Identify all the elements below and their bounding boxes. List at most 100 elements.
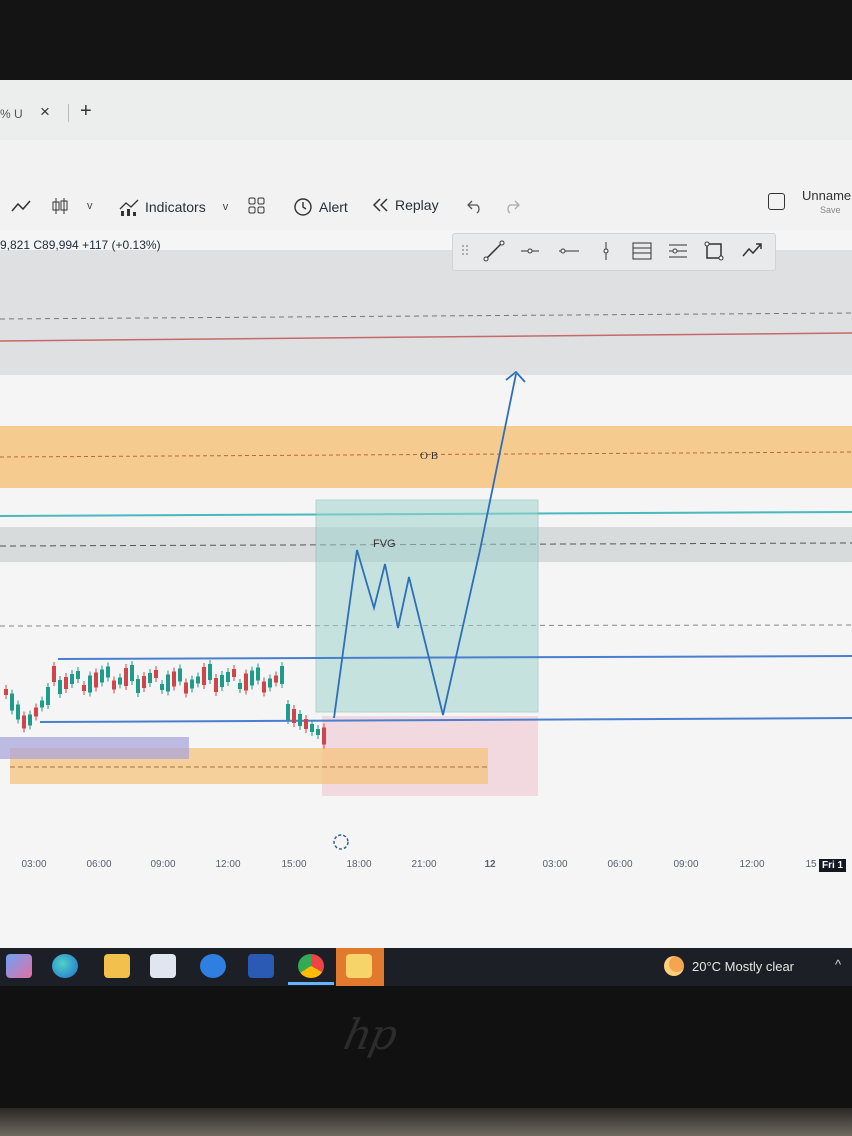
candle-body: [148, 673, 152, 683]
path-icon[interactable]: [741, 240, 763, 262]
weather-text: 20°C Mostly clear: [692, 958, 795, 974]
candle-body: [250, 670, 254, 686]
candle-body: [40, 700, 44, 708]
chart-type-button[interactable]: v: [50, 196, 93, 216]
layout-name[interactable]: Unname: [802, 188, 851, 203]
horizontal-ray-icon[interactable]: [519, 240, 541, 262]
layout-checkbox[interactable]: [768, 193, 785, 210]
candle-body: [88, 675, 92, 693]
tab-title[interactable]: % U: [0, 107, 23, 121]
time-tick: 15:00: [281, 859, 307, 870]
word-icon[interactable]: [248, 954, 274, 978]
candle-body: [142, 676, 146, 688]
layout-grid-icon: [248, 197, 265, 214]
drag-handle-icon[interactable]: [457, 240, 479, 262]
candlestick-icon: [52, 198, 68, 214]
vertical-line-icon[interactable]: [595, 240, 617, 262]
candle-body: [316, 729, 320, 735]
rectangle-icon[interactable]: [703, 240, 725, 262]
lightning-alert-icon: [333, 834, 349, 850]
chevron-down-icon: v: [87, 200, 93, 212]
candle-body: [232, 669, 236, 677]
edge-icon[interactable]: [52, 954, 78, 978]
horizontal-line-icon[interactable]: [557, 240, 579, 262]
candle-body: [94, 672, 98, 688]
windows-taskbar: 20°C Mostly clear ^: [0, 948, 852, 986]
tab-close-button[interactable]: ×: [40, 102, 50, 122]
files-icon[interactable]: [346, 954, 372, 978]
candle-body: [238, 683, 242, 689]
mail-icon[interactable]: [200, 954, 226, 978]
parallel-channel-icon[interactable]: [631, 240, 653, 262]
undo-button[interactable]: [466, 198, 484, 214]
save-label[interactable]: Save: [820, 205, 841, 215]
chrome-icon[interactable]: [298, 954, 324, 978]
pitchfork-icon[interactable]: [667, 240, 689, 262]
candle-body: [76, 671, 80, 679]
laptop-hinge: [0, 1108, 852, 1136]
candle-body: [106, 666, 110, 678]
widgets-icon[interactable]: [6, 954, 32, 978]
store-icon[interactable]: [150, 954, 176, 978]
indicators-button[interactable]: Indicators v: [118, 197, 228, 217]
candle-body: [22, 715, 26, 729]
tray-chevron-icon[interactable]: ^: [835, 957, 841, 972]
time-tick: 09:00: [673, 859, 699, 870]
line-chart-icon: [11, 200, 31, 212]
time-tick: 21:00: [411, 859, 437, 870]
crosshair-time-label: Fri 1: [819, 859, 847, 872]
candle-body: [130, 665, 134, 681]
weather-widget[interactable]: 20°C Mostly clear: [664, 956, 794, 976]
chevron-down-icon: v: [222, 201, 229, 213]
candle-body: [214, 678, 218, 692]
fvg-label: FVG: [373, 538, 396, 550]
tab-divider: [68, 104, 69, 122]
candle-body: [10, 693, 14, 711]
time-tick: 15: [805, 859, 817, 870]
candle-body: [274, 675, 278, 683]
layouts-button[interactable]: [248, 197, 266, 215]
moon-weather-icon: [664, 956, 684, 976]
candle-body: [70, 674, 74, 684]
candle-body: [118, 677, 122, 685]
candle-body: [136, 679, 140, 693]
undo-icon: [467, 200, 480, 214]
candle-body: [220, 675, 224, 687]
candle-body: [280, 666, 284, 684]
candle-body: [160, 684, 164, 690]
candle-body: [112, 680, 116, 690]
time-tick: 12:00: [215, 859, 241, 870]
alert-button[interactable]: Alert: [292, 196, 348, 218]
line-chart-button[interactable]: [10, 198, 32, 214]
candle-body: [184, 682, 188, 694]
candle-body: [262, 681, 266, 693]
time-tick: 18:00: [346, 859, 372, 870]
replay-button[interactable]: Replay: [372, 197, 439, 213]
indicators-icon: [119, 199, 139, 216]
candle-body: [16, 704, 20, 720]
screen: O B FVG % U × + v Indicators v Alert Rep…: [0, 80, 852, 950]
candle-body: [196, 676, 200, 684]
file-explorer-icon[interactable]: [104, 954, 130, 978]
time-tick: 06:00: [607, 859, 633, 870]
new-tab-button[interactable]: +: [80, 100, 92, 123]
time-tick: 03:00: [21, 859, 47, 870]
candle-body: [322, 727, 326, 745]
candle-body: [34, 707, 38, 717]
candle-body: [100, 669, 104, 683]
redo-icon: [507, 200, 520, 214]
candle-body: [190, 679, 194, 689]
redo-button[interactable]: [503, 198, 521, 214]
candle-body: [124, 668, 128, 686]
drawing-toolbar: [452, 233, 776, 271]
time-tick: 12: [484, 859, 496, 870]
candle-body: [64, 677, 68, 689]
indicators-label: Indicators: [145, 199, 206, 215]
candle-body: [154, 670, 158, 678]
time-axis[interactable]: 03:00 06:00 09:00 12:00 15:00 18:00 21:0…: [0, 850, 852, 880]
candle-body: [256, 667, 260, 681]
candle-body: [202, 667, 206, 685]
time-tick: 09:00: [150, 859, 176, 870]
candle-body: [178, 668, 182, 682]
trend-line-icon[interactable]: [483, 240, 505, 262]
